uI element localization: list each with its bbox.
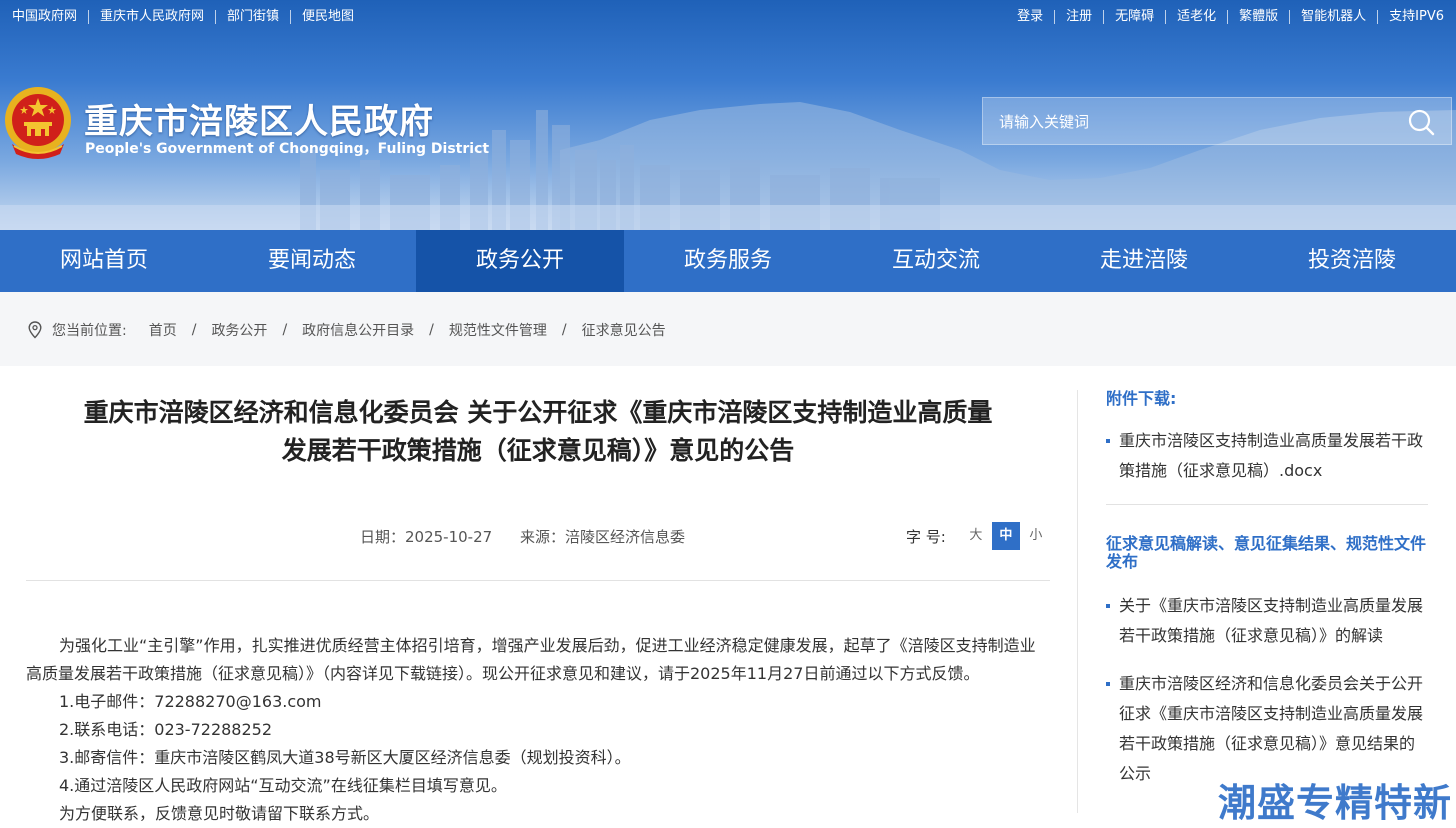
bullet-icon xyxy=(1106,682,1110,686)
bullet-icon xyxy=(1106,439,1110,443)
bullet-icon xyxy=(1106,604,1110,608)
user-links: 登录 注册 无障碍 适老化 繁體版 智能机器人 支持IPV6 xyxy=(1006,10,1444,24)
feedback-mail: 3.邮寄信件：重庆市涪陵区鹤凤大道38号新区大厦区经济信息委（规划投资科）。 xyxy=(59,748,631,767)
site-header: 中国政府网 重庆市人民政府网 部门街镇 便民地图 登录 注册 无障碍 适老化 繁… xyxy=(0,0,1456,230)
breadcrumb-label: 您当前位置: xyxy=(52,323,127,339)
article-title-line2: 发展若干政策措施（征求意见稿）》意见的公告 xyxy=(281,436,795,465)
search-input[interactable] xyxy=(997,111,1381,133)
related-title: 关于《重庆市涪陵区支持制造业高质量发展若干政策措施（征求意见稿）》的解读 xyxy=(1119,596,1424,645)
register-link[interactable]: 注册 xyxy=(1055,10,1105,24)
article-title: 重庆市涪陵区经济和信息化委员会 关于公开征求《重庆市涪陵区支持制造业高质量 发展… xyxy=(26,394,1050,470)
breadcrumb-separator: / xyxy=(282,322,288,338)
nav-gov-affairs-open[interactable]: 政务公开 xyxy=(416,230,624,292)
feedback-phone: 2.联系电话：023-72288252 xyxy=(59,720,273,739)
related-heading: 征求意见稿解读、意见征集结果、规范性文件发布 xyxy=(1106,534,1427,571)
attachment-list: 重庆市涪陵区支持制造业高质量发展若干政策措施（征求意见稿）.docx xyxy=(1106,426,1428,486)
article-paragraph: 为强化工业“主引擎”作用，扎实推进优质经营主体招引培育，增强产业发展后劲，促进工… xyxy=(26,636,1036,683)
main-nav: 网站首页 要闻动态 政务公开 政务服务 互动交流 走进涪陵 投资涪陵 xyxy=(0,230,1456,292)
national-emblem-icon[interactable] xyxy=(2,84,74,160)
column-divider xyxy=(1077,390,1078,813)
top-utility-bar: 中国政府网 重庆市人民政府网 部门街镇 便民地图 登录 注册 无障碍 适老化 繁… xyxy=(0,0,1456,36)
nav-about-fuling[interactable]: 走进涪陵 xyxy=(1040,230,1248,292)
divider xyxy=(1106,504,1428,505)
breadcrumb-gov-affairs[interactable]: 政务公开 xyxy=(211,320,267,340)
ipv6-link[interactable]: 支持IPV6 xyxy=(1378,10,1444,24)
breadcrumb-info-catalog[interactable]: 政府信息公开目录 xyxy=(302,320,414,340)
login-link[interactable]: 登录 xyxy=(1006,10,1056,24)
breadcrumb-separator: / xyxy=(429,322,434,338)
elderly-mode-link[interactable]: 适老化 xyxy=(1166,10,1229,24)
traditional-chinese-link[interactable]: 繁體版 xyxy=(1228,10,1291,24)
breadcrumb-regulation-docs[interactable]: 规范性文件管理 xyxy=(449,320,547,340)
location-pin-icon xyxy=(28,321,42,339)
watermark-text: 潮盛专精特新 xyxy=(1218,781,1453,825)
font-size-large-button[interactable]: 大 xyxy=(962,522,990,550)
breadcrumb-separator: / xyxy=(191,322,197,338)
article-meta: 日期：2025-10-27 来源：涪陵区经济信息委 字 号: 大 中 小 xyxy=(26,522,1050,550)
search-box xyxy=(982,97,1452,145)
breadcrumb-separator: / xyxy=(561,322,567,338)
nav-interaction[interactable]: 互动交流 xyxy=(832,230,1040,292)
breadcrumb: 您当前位置: 首页 / 政务公开 / 政府信息公开目录 / 规范性文件管理 / … xyxy=(28,320,666,340)
article: 重庆市涪陵区经济和信息化委员会 关于公开征求《重庆市涪陵区支持制造业高质量 发展… xyxy=(26,366,1050,823)
attachment-name: 重庆市涪陵区支持制造业高质量发展若干政策措施（征求意见稿）.docx xyxy=(1119,431,1424,480)
article-source: 来源：涪陵区经济信息委 xyxy=(520,528,686,546)
link-gov-cn[interactable]: 中国政府网 xyxy=(12,10,90,24)
font-size-label: 字 号: xyxy=(906,527,946,546)
article-body: 为强化工业“主引擎”作用，扎实推进优质经营主体招引培育，增强产业发展后劲，促进工… xyxy=(26,632,1050,828)
related-title: 重庆市涪陵区经济和信息化委员会关于公开征求《重庆市涪陵区支持制造业高质量发展若干… xyxy=(1119,674,1424,783)
sidebar: 附件下载: 重庆市涪陵区支持制造业高质量发展若干政策措施（征求意见稿）.docx… xyxy=(1106,390,1428,789)
attachments-heading: 附件下载: xyxy=(1106,389,1177,408)
feedback-online: 4.通过涪陵区人民政府网站“互动交流”在线征集栏目填写意见。 xyxy=(59,776,507,795)
link-map[interactable]: 便民地图 xyxy=(291,10,354,24)
related-link[interactable]: 关于《重庆市涪陵区支持制造业高质量发展若干政策措施（征求意见稿）》的解读 xyxy=(1106,591,1428,651)
external-links: 中国政府网 重庆市人民政府网 部门街镇 便民地图 xyxy=(12,10,354,24)
site-subtitle: People's Government of Chongqing，Fuling … xyxy=(85,141,490,157)
font-size-switcher: 字 号: 大 中 小 xyxy=(906,522,1050,550)
font-size-medium-button[interactable]: 中 xyxy=(991,522,1020,550)
article-title-line1: 重庆市涪陵区经济和信息化委员会 关于公开征求《重庆市涪陵区支持制造业高质量 xyxy=(83,398,993,427)
related-list: 关于《重庆市涪陵区支持制造业高质量发展若干政策措施（征求意见稿）》的解读 重庆市… xyxy=(1106,591,1428,789)
article-date: 日期：2025-10-27 xyxy=(360,528,493,546)
breadcrumb-bar: 您当前位置: 首页 / 政务公开 / 政府信息公开目录 / 规范性文件管理 / … xyxy=(0,292,1456,366)
accessibility-link[interactable]: 无障碍 xyxy=(1104,10,1167,24)
search-icon[interactable] xyxy=(1407,108,1435,136)
related-link[interactable]: 重庆市涪陵区经济和信息化委员会关于公开征求《重庆市涪陵区支持制造业高质量发展若干… xyxy=(1106,669,1428,789)
robot-link[interactable]: 智能机器人 xyxy=(1290,10,1379,24)
nav-home[interactable]: 网站首页 xyxy=(0,230,208,292)
divider xyxy=(26,580,1050,581)
breadcrumb-consultation[interactable]: 征求意见公告 xyxy=(582,320,666,340)
link-departments[interactable]: 部门街镇 xyxy=(216,10,292,24)
breadcrumb-home[interactable]: 首页 xyxy=(149,320,177,340)
nav-invest-fuling[interactable]: 投资涪陵 xyxy=(1248,230,1456,292)
nav-gov-services[interactable]: 政务服务 xyxy=(624,230,832,292)
feedback-email: 1.电子邮件：72288270@163.com xyxy=(59,692,322,711)
nav-news[interactable]: 要闻动态 xyxy=(208,230,416,292)
attachment-link[interactable]: 重庆市涪陵区支持制造业高质量发展若干政策措施（征求意见稿）.docx xyxy=(1106,426,1428,486)
font-size-small-button[interactable]: 小 xyxy=(1022,522,1050,550)
site-title[interactable]: 重庆市涪陵区人民政府 xyxy=(84,94,434,143)
link-chongqing-gov[interactable]: 重庆市人民政府网 xyxy=(89,10,217,24)
article-paragraph-contact: 为方便联系，反馈意见时敬请留下联系方式。 xyxy=(59,804,380,823)
